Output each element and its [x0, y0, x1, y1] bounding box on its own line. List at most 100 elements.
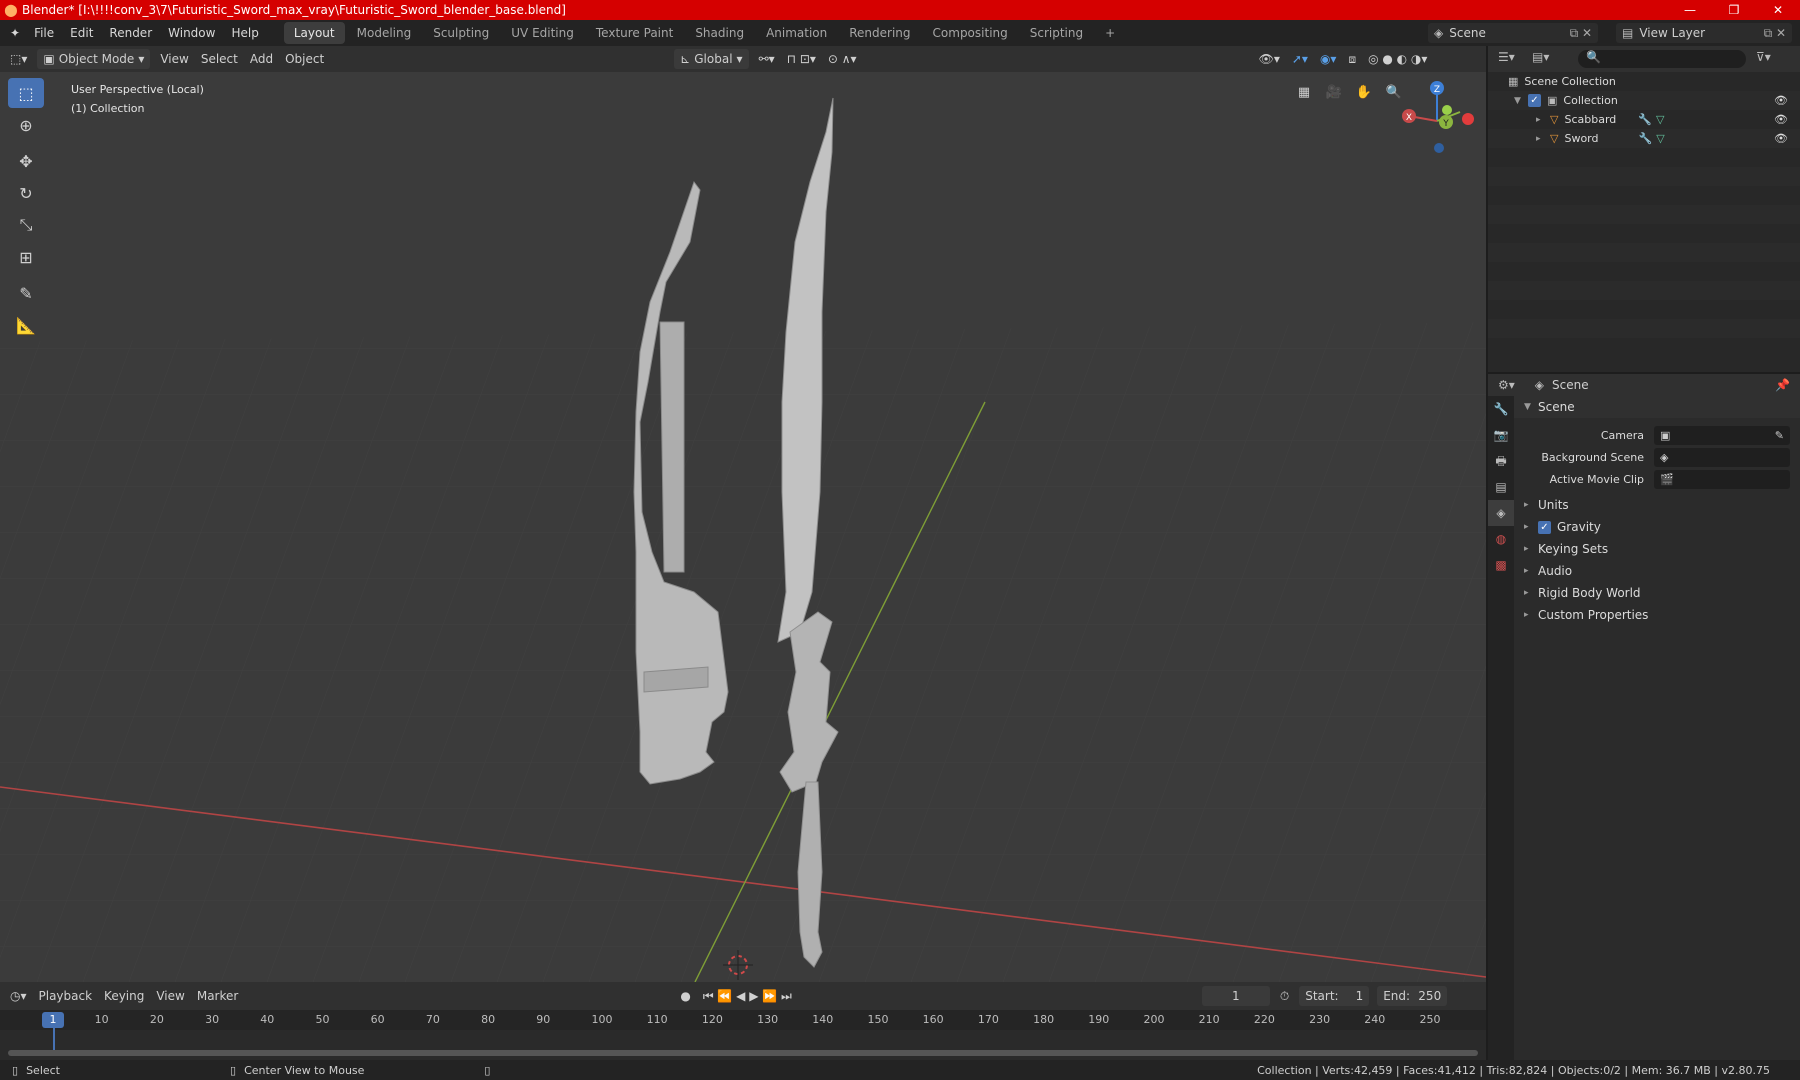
expand-arrow-icon[interactable]: ▼ — [1524, 402, 1538, 412]
pan-hand-icon[interactable]: ✋ — [1352, 80, 1376, 104]
expand-arrow-icon[interactable]: ▸ — [1524, 566, 1538, 576]
visibility-icon[interactable]: 👁▾ — [1253, 49, 1286, 69]
mode-selector[interactable]: ▣ Object Mode ▾ — [37, 49, 151, 69]
zoom-icon[interactable]: 🔍 — [1382, 80, 1406, 104]
active-movie-clip-field[interactable]: 🎬 — [1654, 469, 1790, 489]
menu-edit[interactable]: Edit — [62, 20, 101, 46]
output-tab-icon[interactable]: 🖶 — [1488, 448, 1514, 474]
stopwatch-icon[interactable]: ⏱ — [1274, 986, 1295, 1006]
expand-arrow-icon[interactable]: ▸ — [1524, 544, 1538, 554]
outliner-search-input[interactable]: 🔍 — [1578, 50, 1746, 68]
outliner-row-sword[interactable]: ▸ ▽ Sword 🔧 ▽ 👁 — [1488, 129, 1800, 148]
properties-editor-icon[interactable]: ⚙▾ — [1498, 378, 1515, 392]
collection-checkbox[interactable]: ✓ — [1528, 94, 1541, 107]
panel-audio[interactable]: ▸ Audio — [1514, 560, 1800, 582]
pin-icon[interactable]: 📌 — [1775, 378, 1790, 392]
camera-view-icon[interactable]: 🎥 — [1322, 80, 1346, 104]
annotate-tool-icon[interactable]: ✎ — [8, 278, 44, 308]
grid-view-icon[interactable]: ▦ — [1292, 80, 1316, 104]
tool-tab-icon[interactable]: 🔧 — [1488, 396, 1514, 422]
panel-scene-header[interactable]: ▼ Scene — [1514, 396, 1800, 418]
tab-uv-editing[interactable]: UV Editing — [501, 22, 584, 44]
tab-texture-paint[interactable]: Texture Paint — [586, 22, 683, 44]
tab-animation[interactable]: Animation — [756, 22, 837, 44]
view-layer-selector[interactable]: ▤ View Layer ⧉ ✕ — [1616, 23, 1792, 43]
measure-tool-icon[interactable]: 📐 — [8, 310, 44, 340]
move-tool-icon[interactable]: ✥ — [8, 146, 44, 176]
expand-arrow-icon[interactable]: ▸ — [1524, 610, 1538, 620]
new-scene-icon[interactable]: ⧉ ✕ — [1570, 26, 1592, 41]
expand-arrow-icon[interactable]: ▼ — [1514, 96, 1528, 106]
menu-view[interactable]: View — [154, 49, 194, 69]
snap-icon[interactable]: ⊓ ⊡▾ — [781, 49, 822, 69]
texture-tab-icon[interactable]: ▩ — [1488, 552, 1514, 578]
record-icon[interactable]: ● — [674, 986, 696, 1006]
outliner-editor-icon[interactable]: ☰▾ — [1498, 50, 1515, 64]
gizmo-toggle-icon[interactable]: ➚▾ — [1286, 49, 1314, 69]
tab-sculpting[interactable]: Sculpting — [423, 22, 499, 44]
view-layer-tab-icon[interactable]: ▤ — [1488, 474, 1514, 500]
tab-scripting[interactable]: Scripting — [1020, 22, 1093, 44]
panel-keying-sets[interactable]: ▸ Keying Sets — [1514, 538, 1800, 560]
playback-controls[interactable]: ⏮ ⏪ ◀ ▶ ⏩ ⏭ — [697, 986, 798, 1006]
menu-timeline-view[interactable]: View — [150, 986, 190, 1006]
eye-icon[interactable]: 👁 — [1774, 94, 1788, 107]
timeline-editor-icon[interactable]: ◷▾ — [0, 986, 33, 1006]
eye-icon[interactable]: 👁 — [1774, 132, 1788, 145]
overlay-toggle-icon[interactable]: ◉▾ — [1314, 49, 1343, 69]
maximize-button[interactable]: ❐ — [1712, 0, 1756, 20]
menu-select[interactable]: Select — [195, 49, 244, 69]
menu-keying[interactable]: Keying — [98, 986, 150, 1006]
timeline[interactable]: 10 20 30 40 50 60 70 80 90 100 110 120 130 140 150 160 1… — [0, 1010, 1486, 1060]
expand-arrow-icon[interactable]: ▸ — [1536, 115, 1550, 125]
editor-type-icon[interactable]: ⬚▾ — [0, 49, 33, 69]
cursor-tool-icon[interactable]: ⊕ — [8, 110, 44, 140]
tab-modeling[interactable]: Modeling — [347, 22, 422, 44]
add-workspace-button[interactable]: + — [1095, 22, 1125, 44]
background-scene-field[interactable]: ◈ — [1654, 447, 1790, 467]
close-button[interactable]: ✕ — [1756, 0, 1800, 20]
menu-file[interactable]: File — [26, 20, 62, 46]
3d-viewport[interactable]: Z Y X — [0, 72, 1486, 982]
new-view-layer-icon[interactable]: ⧉ ✕ — [1764, 26, 1786, 41]
display-mode-icon[interactable]: ▤▾ — [1532, 50, 1549, 64]
camera-field[interactable]: ▣ ✎ — [1654, 425, 1790, 445]
shading-modes-icon[interactable]: ◎ ● ◐ ◑▾ — [1362, 49, 1433, 69]
scene-selector[interactable]: ◈ Scene ⧉ ✕ — [1428, 23, 1598, 43]
eye-icon[interactable]: 👁 — [1774, 113, 1788, 126]
expand-arrow-icon[interactable]: ▸ — [1524, 522, 1538, 532]
expand-arrow-icon[interactable]: ▸ — [1524, 500, 1538, 510]
eyedropper-icon[interactable]: ✎ — [1775, 429, 1784, 442]
proportional-edit-icon[interactable]: ⊙ ∧▾ — [822, 49, 863, 69]
outliner-row-collection[interactable]: ▼ ✓ ▣ Collection 👁 — [1488, 91, 1800, 110]
menu-help[interactable]: Help — [223, 20, 266, 46]
rotate-tool-icon[interactable]: ↻ — [8, 178, 44, 208]
pivot-icon[interactable]: ⚯▾ — [753, 49, 781, 69]
menu-window[interactable]: Window — [160, 20, 223, 46]
outliner-row-scene-collection[interactable]: ▦ Scene Collection — [1488, 72, 1800, 91]
menu-playback[interactable]: Playback — [33, 986, 99, 1006]
menu-object[interactable]: Object — [279, 49, 330, 69]
transform-tool-icon[interactable]: ⊞ — [8, 242, 44, 272]
tab-shading[interactable]: Shading — [685, 22, 754, 44]
render-tab-icon[interactable]: 📷 — [1488, 422, 1514, 448]
panel-gravity[interactable]: ▸ ✓ Gravity — [1514, 516, 1800, 538]
filter-icon[interactable]: ⊽▾ — [1756, 50, 1771, 64]
panel-rigid-body-world[interactable]: ▸ Rigid Body World — [1514, 582, 1800, 604]
start-frame-field[interactable]: Start: 1 — [1299, 986, 1370, 1006]
timeline-scrollbar[interactable] — [8, 1050, 1478, 1056]
playhead[interactable]: 1 — [42, 1012, 64, 1028]
panel-custom-properties[interactable]: ▸ Custom Properties — [1514, 604, 1800, 626]
current-frame-field[interactable]: 1 — [1201, 986, 1270, 1006]
xray-icon[interactable]: ⧈ — [1342, 49, 1362, 69]
expand-arrow-icon[interactable]: ▸ — [1536, 134, 1550, 144]
menu-render[interactable]: Render — [101, 20, 160, 46]
outliner-row-scabbard[interactable]: ▸ ▽ Scabbard 🔧 ▽ 👁 — [1488, 110, 1800, 129]
expand-arrow-icon[interactable]: ▸ — [1524, 588, 1538, 598]
transform-orientation[interactable]: ⊾ Global ▾ — [674, 49, 749, 69]
gravity-checkbox[interactable]: ✓ — [1538, 520, 1551, 534]
blender-menu-icon[interactable]: ✦ — [0, 20, 26, 46]
world-tab-icon[interactable]: ◍ — [1488, 526, 1514, 552]
panel-units[interactable]: ▸ Units — [1514, 494, 1800, 516]
tab-rendering[interactable]: Rendering — [839, 22, 920, 44]
